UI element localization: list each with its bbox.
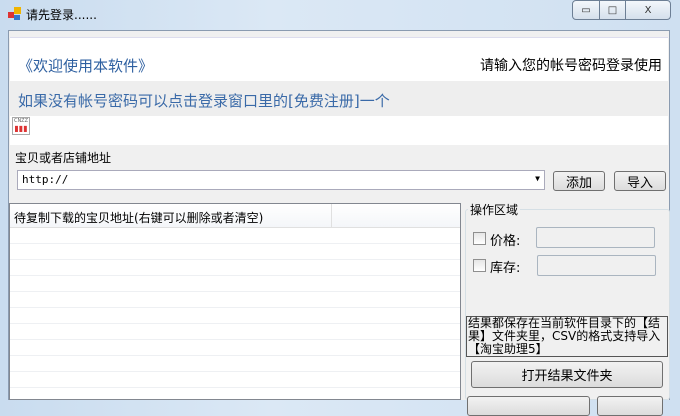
url-list[interactable]: 待复制下载的宝贝地址(右键可以删除或者清空) [9,203,461,400]
list-header: 待复制下载的宝贝地址(右键可以删除或者清空) [10,204,460,228]
chevron-down-icon[interactable]: ▼ [535,174,540,183]
list-row [10,228,460,244]
operation-group-title: 操作区域 [468,201,521,218]
result-note: 结果都保存在当前软件目录下的【结果】文件夹里，CSV的格式支持导入【淘宝助理5】 [466,316,668,357]
minimize-button[interactable]: ▭ [572,0,600,20]
bottom-button-2[interactable] [597,396,663,416]
column-header-2[interactable] [332,204,460,227]
list-row [10,276,460,292]
welcome-text: 《欢迎使用本软件》 [18,57,154,75]
close-button[interactable]: X [625,0,671,20]
price-label: 价格: [490,234,521,249]
price-input[interactable] [536,227,655,248]
list-row [10,260,460,276]
list-row [10,308,460,324]
address-combobox[interactable]: http:// ▼ [17,170,545,190]
list-row [10,356,460,372]
maximize-button[interactable]: □ [599,0,626,20]
stock-label: 库存: [490,261,521,276]
import-button[interactable]: 导入 [614,171,666,191]
list-row [10,372,460,388]
list-row [10,340,460,356]
bottom-button-1[interactable] [467,396,590,416]
list-row [10,292,460,308]
bar-chart-icon: ▮▮▮ [14,124,28,133]
column-header-url[interactable]: 待复制下载的宝贝地址(右键可以删除或者清空) [10,204,332,227]
register-hint[interactable]: 如果没有帐号密码可以点击登录窗口里的[免费注册]一个 [18,90,390,111]
stock-checkbox[interactable] [473,259,486,272]
login-prompt: 请输入您的帐号密码登录使用 [480,58,662,74]
list-row [10,324,460,340]
add-button[interactable]: 添加 [553,171,605,191]
window-title: 请先登录...... [26,8,97,22]
address-value: http:// [22,173,69,186]
address-label: 宝贝或者店铺地址 [15,151,112,165]
cnzz-stats-icon[interactable]: CNZZ ▮▮▮ [12,117,30,135]
stock-input[interactable] [537,255,656,276]
open-result-folder-button[interactable]: 打开结果文件夹 [471,361,663,388]
list-row [10,244,460,260]
price-checkbox[interactable] [473,232,486,245]
app-icon [8,7,21,20]
